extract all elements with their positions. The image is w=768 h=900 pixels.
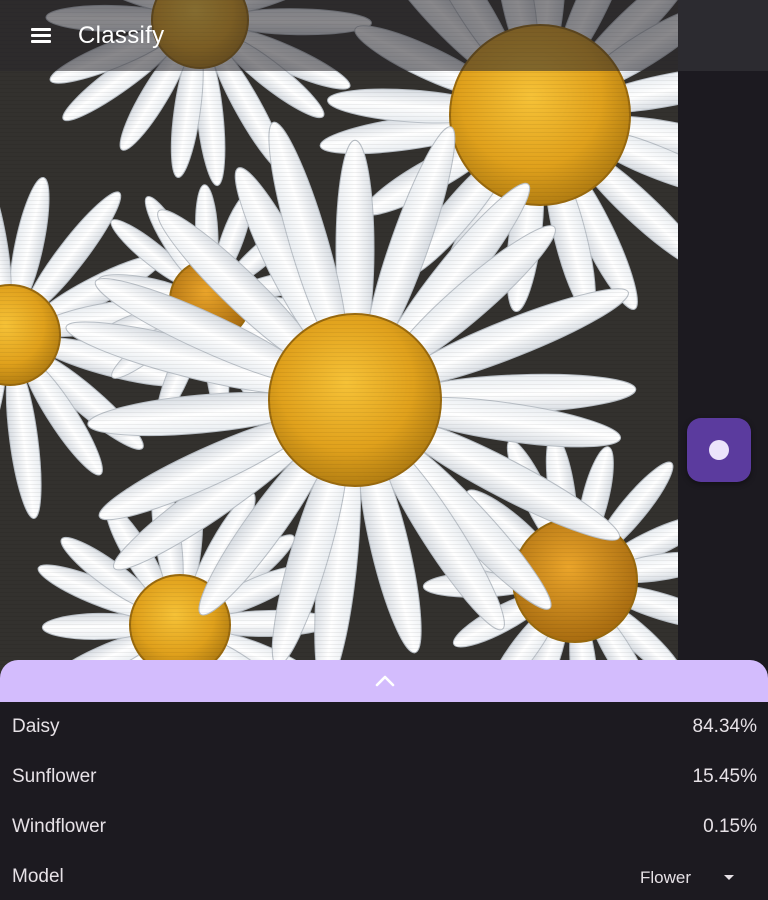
result-score: 0.15% (703, 816, 757, 837)
menu-icon (31, 28, 51, 31)
result-row-windflower: Windflower 0.15% (0, 802, 768, 852)
camera-preview (0, 0, 678, 680)
sheet-body: Daisy 84.34% Sunflower 15.45% Windflower… (0, 702, 768, 900)
side-rail (678, 71, 768, 681)
rail-top (678, 0, 768, 71)
model-label: Model (12, 866, 64, 887)
chevron-up-icon (375, 675, 395, 687)
result-label: Sunflower (12, 766, 97, 787)
result-label: Windflower (12, 816, 106, 837)
menu-icon (31, 40, 51, 43)
model-dropdown[interactable]: Flower (628, 860, 758, 894)
sheet-toggle[interactable] (0, 660, 768, 702)
menu-icon (31, 34, 51, 37)
result-label: Daisy (12, 716, 60, 737)
menu-button[interactable] (20, 17, 60, 53)
dropdown-arrow-icon (724, 875, 734, 880)
top-app-bar: Classify (0, 0, 678, 71)
result-score: 84.34% (692, 716, 757, 737)
model-selected-value: Flower (640, 868, 692, 887)
classify-screen: Classify Daisy 84.34% Sunflower 15.45% W… (0, 0, 768, 900)
record-dot-icon (709, 440, 729, 460)
model-row: Model Flower (0, 852, 768, 900)
result-score: 15.45% (692, 766, 757, 787)
result-row-sunflower: Sunflower 15.45% (0, 752, 768, 802)
result-row-daisy: Daisy 84.34% (0, 702, 768, 752)
results-sheet: Daisy 84.34% Sunflower 15.45% Windflower… (0, 660, 768, 900)
capture-button[interactable] (687, 418, 751, 482)
daisy-photo (0, 0, 678, 680)
app-title: Classify (78, 22, 165, 49)
